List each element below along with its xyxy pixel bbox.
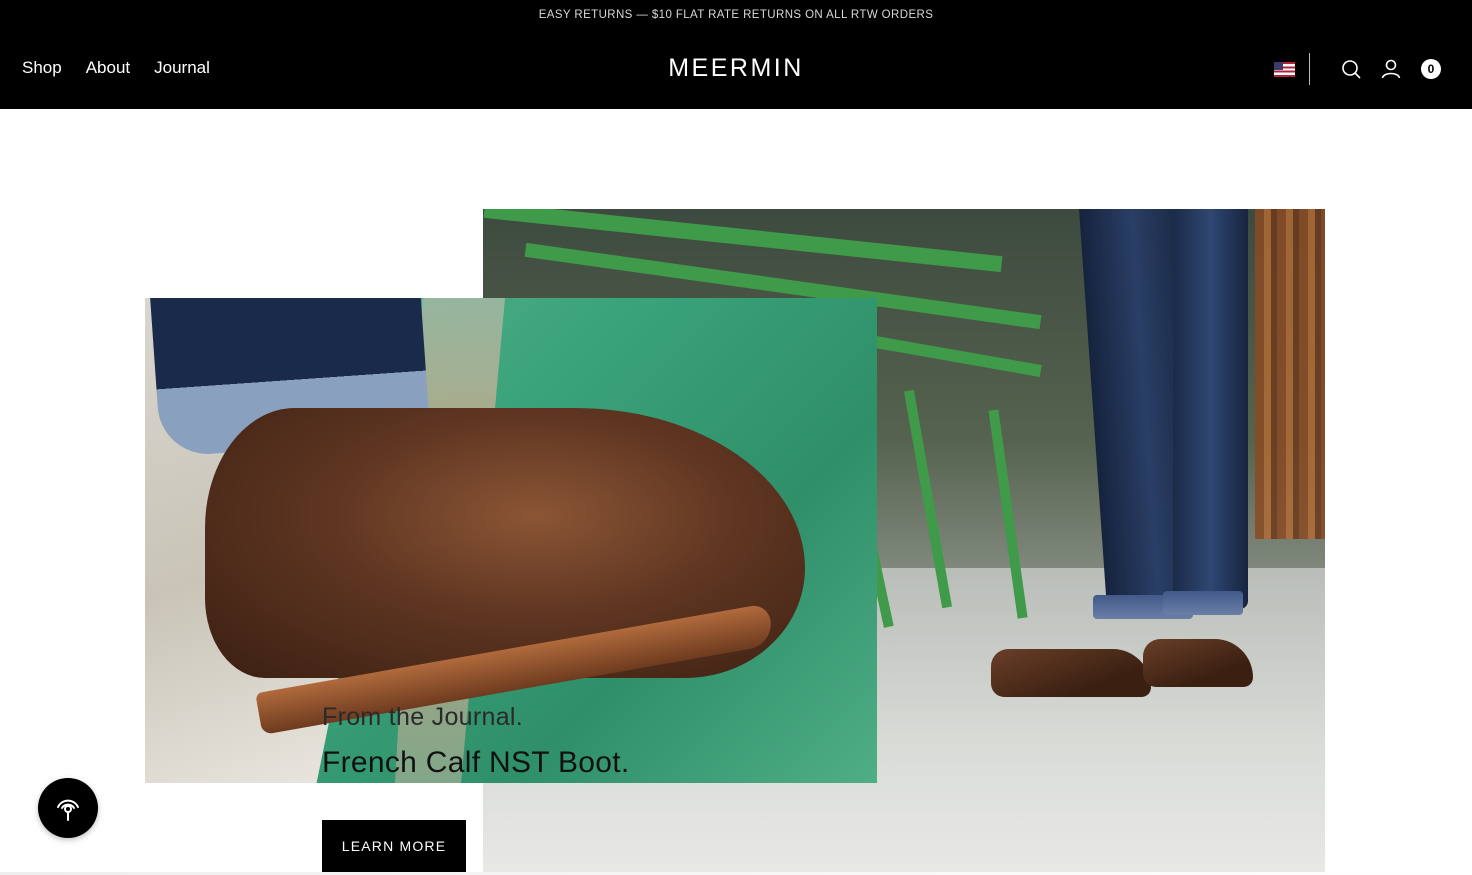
announcement-bar: EASY RETURNS — $10 FLAT RATE RETURNS ON … [0, 0, 1472, 30]
announcement-text: EASY RETURNS — $10 FLAT RATE RETURNS ON … [538, 9, 934, 21]
header-actions: 0 [1274, 52, 1442, 86]
accessibility-signal-icon [57, 799, 79, 821]
header-divider [1309, 53, 1310, 85]
accessibility-widget-button[interactable] [38, 778, 98, 838]
site-header: Shop About Journal MEERMIN 0 [0, 28, 1472, 109]
learn-more-button[interactable]: LEARN MORE [322, 820, 466, 872]
user-icon[interactable] [1380, 58, 1402, 80]
cart-count-badge: 0 [1421, 59, 1441, 79]
cart-icon[interactable]: 0 [1420, 58, 1442, 80]
hero-headline: French Calf NST Boot. [322, 746, 630, 779]
us-flag-icon[interactable] [1274, 61, 1295, 77]
hero-eyebrow: From the Journal. [322, 703, 524, 731]
search-icon[interactable] [1340, 58, 1362, 80]
site-logo[interactable]: MEERMIN [0, 54, 1472, 83]
